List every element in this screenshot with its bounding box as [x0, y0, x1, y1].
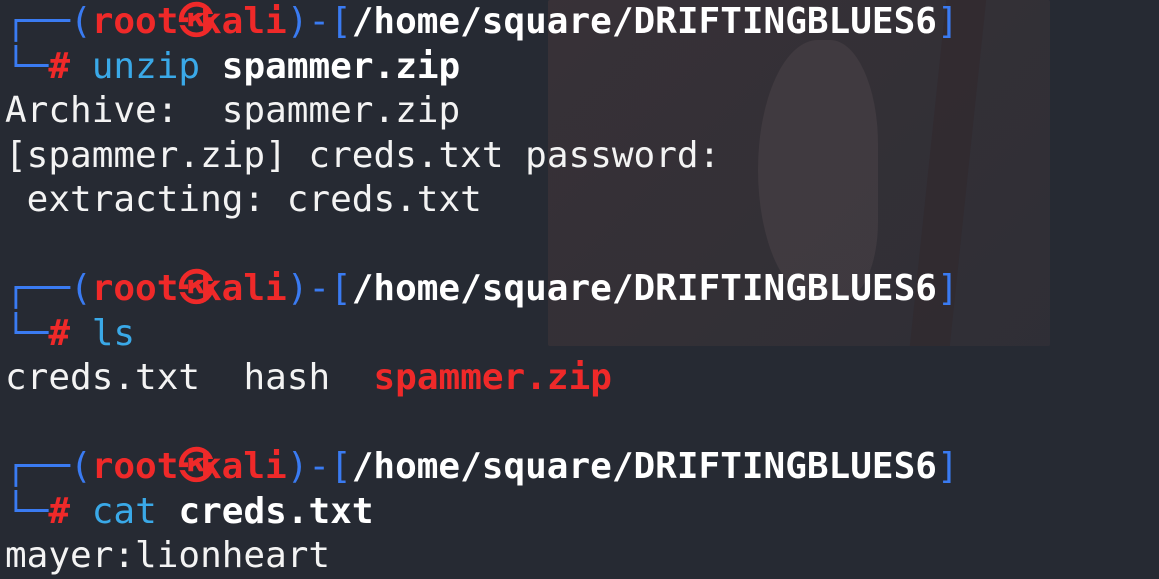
command-name: cat	[91, 490, 157, 532]
command-argument: creds.txt	[178, 490, 374, 532]
prompt-frame-bottom: └─	[5, 490, 49, 532]
ls-file-creds: creds.txt	[5, 357, 201, 398]
command-line: └─# ls	[5, 312, 1155, 357]
kali-skull-icon: ㉿	[178, 446, 215, 487]
output-line: extracting: creds.txt	[5, 179, 482, 220]
command-argument: spammer.zip	[221, 45, 461, 87]
prompt-hash: #	[48, 490, 71, 532]
command-name: unzip	[91, 45, 201, 87]
prompt-frame-bottom: └─	[5, 312, 49, 354]
prompt-frame-end: ]	[936, 268, 959, 309]
prompt-frame-end: ]	[936, 1, 959, 42]
prompt-path: /home/square/DRIFTINGBLUES6	[351, 1, 937, 42]
prompt-frame-bottom: └─	[5, 45, 49, 87]
prompt-path: /home/square/DRIFTINGBLUES6	[351, 446, 937, 487]
output-line: Archive: spammer.zip	[5, 90, 461, 131]
prompt-host: kali	[200, 446, 287, 487]
prompt-line: ┌──(root㉿kali)-[/home/square/DRIFTINGBLU…	[5, 445, 1155, 490]
prompt-hash: #	[48, 312, 71, 354]
prompt-line: ┌──(root㉿kali)-[/home/square/DRIFTINGBLU…	[5, 267, 1155, 312]
prompt-user: root	[91, 268, 179, 309]
command-name: ls	[91, 312, 136, 354]
prompt-user: root	[91, 1, 179, 42]
prompt-path: /home/square/DRIFTINGBLUES6	[351, 268, 937, 309]
prompt-line: ┌──(root㉿kali)-[/home/square/DRIFTINGBLU…	[5, 0, 1155, 45]
prompt-host: kali	[200, 1, 287, 42]
prompt-frame-end: ]	[936, 446, 959, 487]
command-line: └─# unzip spammer.zip	[5, 45, 1155, 90]
command-line: └─# cat creds.txt	[5, 490, 1155, 535]
prompt-frame-top: ┌──(	[5, 446, 92, 487]
prompt-host: kali	[200, 268, 287, 309]
kali-skull-icon: ㉿	[178, 268, 215, 309]
prompt-frame-mid: )-[	[286, 446, 352, 487]
prompt-frame-mid: )-[	[286, 268, 352, 309]
ls-file-hash: hash	[243, 357, 331, 398]
prompt-hash: #	[48, 45, 71, 87]
prompt-frame-top: ┌──(	[5, 1, 92, 42]
terminal-output[interactable]: ┌──(root㉿kali)-[/home/square/DRIFTINGBLU…	[5, 0, 1155, 579]
prompt-frame-mid: )-[	[286, 1, 352, 42]
prompt-user: root	[91, 446, 179, 487]
ls-file-spammer-zip: spammer.zip	[373, 357, 612, 398]
prompt-frame-top: ┌──(	[5, 268, 92, 309]
kali-skull-icon: ㉿	[178, 1, 215, 42]
ls-output-line: creds.txt hash spammer.zip	[5, 356, 1155, 401]
output-line: [spammer.zip] creds.txt password:	[5, 134, 721, 176]
output-line: mayer:lionheart	[5, 535, 331, 576]
